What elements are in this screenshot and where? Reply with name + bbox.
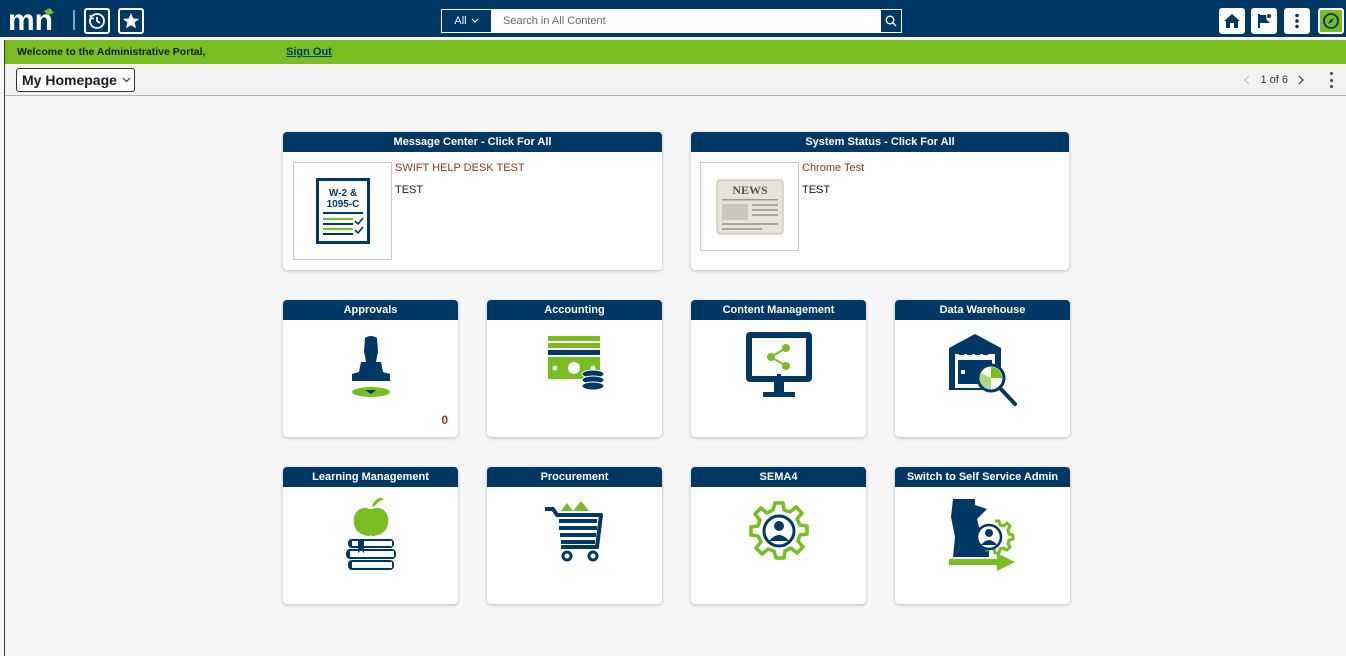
top-header: mn All xyxy=(0,0,1346,40)
stamp-icon xyxy=(351,336,390,397)
minnesota-switch-icon xyxy=(948,499,1015,571)
tile-accounting[interactable]: Accounting xyxy=(487,300,662,437)
search-button[interactable] xyxy=(880,9,902,33)
news-image: NEWS xyxy=(700,162,799,251)
welcome-text: Welcome to the Administrative Portal, xyxy=(17,46,206,58)
w2-form-image: W-2 & 1095-C xyxy=(293,162,392,260)
recent-button[interactable] xyxy=(84,8,110,34)
search-scope-label: All xyxy=(454,15,467,27)
tile-title: Accounting xyxy=(487,300,662,320)
chevron-left-icon[interactable] xyxy=(1244,75,1250,85)
welcome-bar: Welcome to the Administrative Portal, Si… xyxy=(5,40,1346,64)
tile-approvals[interactable]: Approvals 0 xyxy=(283,300,458,437)
tile-title: Learning Management xyxy=(283,467,458,487)
message-item-title[interactable]: SWIFT HELP DESK TEST xyxy=(395,162,525,174)
page-indicator: 1 of 6 xyxy=(1260,74,1288,86)
chevron-down-icon xyxy=(471,18,479,23)
left-border xyxy=(4,40,5,656)
shopping-cart-icon xyxy=(544,501,603,562)
actions-button[interactable] xyxy=(1284,8,1310,34)
money-icon xyxy=(547,336,604,391)
homepage-options-icon[interactable] xyxy=(1328,72,1334,88)
tile-title: Approvals xyxy=(283,300,458,320)
star-icon xyxy=(123,13,139,29)
message-item-body: TEST xyxy=(395,184,424,196)
svg-text:W-2 &: W-2 & xyxy=(328,188,356,199)
favorites-button[interactable] xyxy=(118,8,144,34)
global-search: All xyxy=(441,9,902,33)
search-scope-select[interactable]: All xyxy=(441,9,492,33)
search-input[interactable] xyxy=(492,9,880,33)
sign-out-link[interactable]: Sign Out xyxy=(286,46,332,58)
tile-procurement[interactable]: Procurement xyxy=(487,467,662,604)
navbar-button[interactable] xyxy=(1318,8,1344,34)
gear-user-icon xyxy=(748,501,809,560)
homepage-pager: 1 of 6 xyxy=(1244,74,1304,86)
tile-title: System Status - Click For All xyxy=(691,132,1069,152)
tile-title: SEMA4 xyxy=(691,467,866,487)
tile-title: Data Warehouse xyxy=(895,300,1070,320)
document-icon: W-2 & 1095-C xyxy=(315,178,370,244)
tile-sema4[interactable]: SEMA4 xyxy=(691,467,866,604)
kebab-icon xyxy=(1295,13,1299,29)
status-item-title[interactable]: Chrome Test xyxy=(802,162,864,174)
tile-title: Procurement xyxy=(487,467,662,487)
tile-self-service-admin[interactable]: Switch to Self Service Admin xyxy=(895,467,1070,604)
tile-content-management[interactable]: Content Management xyxy=(691,300,866,437)
home-icon xyxy=(1224,14,1240,28)
tile-title: Message Center - Click For All xyxy=(283,132,662,152)
warehouse-search-icon xyxy=(948,334,1017,406)
clock-icon xyxy=(89,13,105,29)
chevron-down-icon xyxy=(122,77,131,83)
newspaper-icon: NEWS xyxy=(716,179,783,234)
tile-data-warehouse[interactable]: Data Warehouse xyxy=(895,300,1070,437)
monitor-share-icon xyxy=(745,332,812,397)
approvals-count-badge: 0 xyxy=(441,413,448,427)
chevron-right-icon[interactable] xyxy=(1298,75,1304,85)
apple-books-icon xyxy=(345,497,396,570)
logo-separator xyxy=(73,10,75,30)
tile-learning-management[interactable]: Learning Management xyxy=(283,467,458,604)
tile-title: Switch to Self Service Admin xyxy=(895,467,1070,487)
flag-icon xyxy=(1258,13,1272,28)
mn-logo[interactable]: mn xyxy=(8,7,64,33)
notifications-button[interactable] xyxy=(1251,8,1277,34)
tile-message-center[interactable]: Message Center - Click For All W-2 & 109… xyxy=(283,132,662,270)
search-icon xyxy=(885,15,897,27)
home-button[interactable] xyxy=(1219,8,1245,34)
homepage-bar: My Homepage 1 of 6 xyxy=(5,64,1346,96)
status-item-body: TEST xyxy=(802,184,831,196)
svg-text:NEWS: NEWS xyxy=(732,183,768,197)
compass-icon xyxy=(1323,13,1339,29)
svg-text:1095-C: 1095-C xyxy=(326,199,359,210)
tile-system-status[interactable]: System Status - Click For All NEWS Chrom… xyxy=(691,132,1069,270)
homepage-select[interactable]: My Homepage xyxy=(16,68,135,92)
homepage-select-label: My Homepage xyxy=(22,72,117,88)
tile-title: Content Management xyxy=(691,300,866,320)
